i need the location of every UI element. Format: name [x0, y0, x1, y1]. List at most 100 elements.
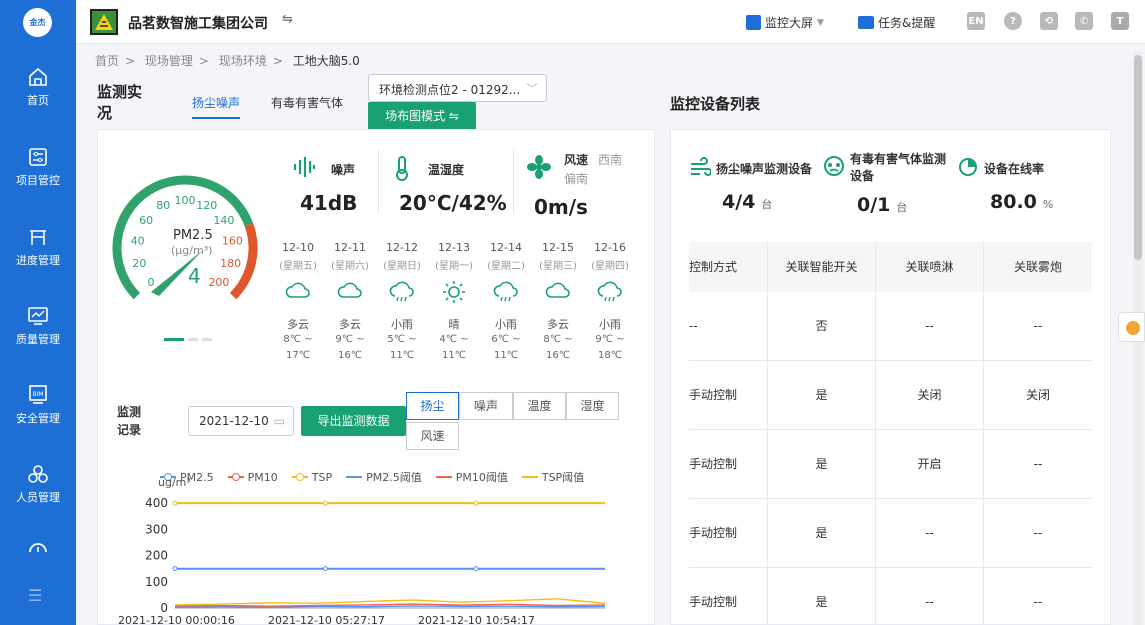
monitor-icon — [28, 307, 48, 325]
tab-toxic-gas[interactable]: 有毒有害气体 — [271, 94, 343, 111]
cloud-icon — [534, 280, 582, 310]
help-icon[interactable]: ? — [1004, 12, 1022, 30]
breadcrumb-site[interactable]: 现场管理 — [145, 54, 193, 68]
station-select-value: 环境检测点位2 - 01292... — [379, 83, 521, 97]
sidebar-item-more[interactable] — [0, 540, 76, 560]
forecast-day: 12-12 (星期日) 小雨 5℃ ~11℃ — [378, 241, 426, 364]
sidebar-item-quality[interactable]: 质量管理 — [0, 305, 76, 365]
gauge-label: PM2.5 — [173, 228, 213, 243]
forecast-day: 12-14 (星期二) 小雨 6℃ ~11℃ — [482, 241, 530, 364]
seg-dust[interactable]: 扬尘 — [406, 392, 459, 420]
th-smart-switch: 关联智能开关 — [767, 242, 875, 292]
forecast-date: 12-15 — [542, 241, 574, 254]
phone-icon[interactable]: ✆ — [1075, 12, 1093, 30]
seg-noise[interactable]: 噪声 — [459, 392, 513, 420]
forecast-weekday: (星期日) — [383, 261, 421, 272]
sidebar-item-label: 质量管理 — [16, 333, 60, 346]
export-button[interactable]: 导出监测数据 — [301, 406, 406, 436]
forecast-date: 12-12 — [386, 241, 418, 254]
table-row[interactable]: -- 否 -- -- — [689, 292, 1092, 361]
tasks-button[interactable]: 任务&提醒 — [858, 14, 935, 31]
thermometer-icon — [396, 156, 408, 181]
seg-wind[interactable]: 风速 — [406, 422, 459, 450]
app-logo[interactable]: 金杰 — [23, 8, 52, 37]
sidebar-item-people[interactable]: 人员管理 — [0, 463, 76, 523]
gauge-tick-label: 140 — [213, 214, 234, 227]
bim-icon: BIM — [29, 385, 47, 404]
monitor-screen-label: 监控大屏 — [765, 16, 814, 30]
monitor-screen-button[interactable]: 监控大屏 ▼ — [746, 14, 824, 31]
gauge-tick-label: 60 — [139, 214, 153, 227]
gauge-value: 4 — [188, 264, 201, 288]
forecast-condition: 小雨 — [495, 318, 517, 331]
y-tick-label: 100 — [145, 575, 168, 589]
seg-humidity[interactable]: 湿度 — [566, 392, 619, 420]
switch-company-icon[interactable]: ⇋ — [282, 12, 293, 27]
gauge-tick-label: 200 — [208, 276, 229, 289]
sidebar-item-progress[interactable]: 进度管理 — [0, 226, 76, 286]
sliders-icon — [29, 148, 47, 166]
series-point — [323, 500, 328, 506]
table-cell: -- — [689, 319, 698, 333]
x-tick-label: 2021-12-10 05:27:17 — [268, 614, 385, 625]
gauge-tick-label: 40 — [131, 234, 145, 247]
y-tick-label: 0 — [160, 601, 168, 615]
scrollbar-thumb[interactable] — [1134, 55, 1142, 260]
layout-mode-button[interactable]: 场布图模式 ⇋ — [368, 102, 476, 130]
table-row[interactable]: 手动控制是 -- -- — [689, 499, 1092, 568]
sidebar-item-project[interactable]: 项目管控 — [0, 146, 76, 206]
seg-temperature[interactable]: 温度 — [513, 392, 566, 420]
breadcrumb-env[interactable]: 现场环境 — [219, 54, 267, 68]
forecast-weekday: (星期三) — [539, 261, 577, 272]
tab-dust-noise[interactable]: 扬尘噪声 — [192, 94, 241, 119]
tasks-label: 任务&提醒 — [878, 16, 936, 30]
forecast-day: 12-11 (星期六) 多云 9℃ ~16℃ — [326, 241, 374, 364]
table-cell: -- — [875, 292, 983, 361]
floating-action-button[interactable] — [1118, 312, 1145, 342]
forecast-condition: 多云 — [287, 318, 309, 331]
table-cell: 是 — [767, 430, 875, 499]
table-cell: -- — [983, 499, 1092, 568]
company-logo-icon — [90, 9, 118, 35]
cloud-icon — [326, 280, 374, 310]
screen-icon — [746, 15, 761, 30]
table-cell: -- — [983, 568, 1092, 625]
shirt-icon[interactable]: T — [1111, 12, 1129, 30]
forecast-date: 12-13 — [438, 241, 470, 254]
carousel-dots[interactable] — [164, 330, 216, 344]
forecast-date: 12-11 — [334, 241, 366, 254]
th-sprinkler: 关联喷淋 — [875, 242, 983, 292]
forecast-weekday: (星期二) — [487, 261, 525, 272]
rain-icon — [586, 280, 634, 310]
pie-chart-icon — [959, 158, 977, 176]
gauge-tick-label: 120 — [196, 199, 217, 212]
table-cell: 是 — [767, 361, 875, 430]
sidebar-item-home[interactable]: 首页 — [0, 66, 76, 126]
th-fog-cannon: 关联雾炮 — [983, 242, 1092, 292]
table-cell: 否 — [767, 292, 875, 361]
sidebar-item-safety[interactable]: BIM 安全管理 — [0, 384, 76, 444]
table-cell: 关闭 — [875, 361, 983, 430]
table-row[interactable]: 手动控制是关闭 关闭 — [689, 361, 1092, 430]
stat-online-value: 80.0% — [990, 191, 1054, 213]
wind-direction: 西南偏南 — [564, 153, 623, 186]
refresh-icon[interactable]: ⟲ — [1040, 12, 1058, 30]
forecast-temp: 8℃ ~16℃ — [543, 334, 573, 361]
table-row[interactable]: 手动控制是 -- -- — [689, 568, 1092, 625]
forecast-temp: 8℃ ~17℃ — [283, 334, 313, 361]
breadcrumb-home[interactable]: 首页 — [95, 54, 119, 68]
sidebar: 金杰 首页 项目管控 进度管理 质量管理 BIM 安全管理 人员管理 ☰ — [0, 0, 76, 625]
table-cell: 手动控制 — [689, 388, 738, 402]
date-picker[interactable]: 2021-12-10 ▭ — [188, 406, 294, 436]
language-icon[interactable]: EN — [967, 12, 985, 30]
forecast-condition: 晴 — [448, 318, 460, 331]
table-row[interactable]: 手动控制 是开启 -- — [689, 430, 1092, 499]
gauge-unit: (μg/m³) — [171, 244, 213, 257]
menu-collapse-icon[interactable]: ☰ — [28, 586, 42, 605]
series-point — [473, 566, 479, 572]
forecast-date: 12-14 — [490, 241, 522, 254]
station-select[interactable]: 环境检测点位2 - 01292... ﹀ — [368, 74, 547, 102]
monitoring-title: 监测实况 — [97, 83, 143, 122]
breadcrumb-current: 工地大脑5.0 — [292, 54, 360, 68]
gauge-tick-label: 20 — [132, 257, 146, 270]
